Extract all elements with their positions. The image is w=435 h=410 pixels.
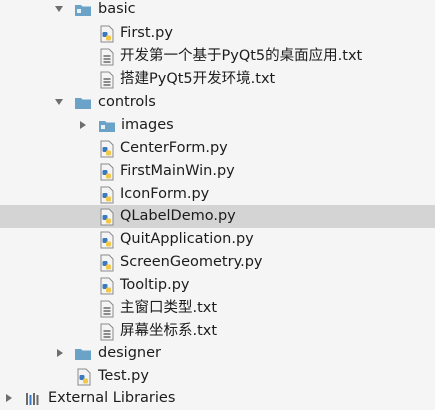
tree-row-first-py[interactable]: First.py: [0, 22, 435, 45]
tree-row-label: External Libraries: [48, 390, 176, 406]
chevron-down-icon[interactable]: [54, 4, 64, 14]
folder-icon: [75, 5, 91, 16]
tree-row-label: 开发第一个基于PyQt5的桌面应用.txt: [120, 48, 363, 64]
tree-row-label: First.py: [120, 25, 173, 41]
text-file-icon: [100, 71, 114, 89]
tree-row-label: ScreenGeometry.py: [120, 254, 263, 270]
tree-row-centerform-py[interactable]: CenterForm.py: [0, 137, 435, 160]
python-file-icon: [100, 163, 114, 181]
python-file-icon: [100, 208, 114, 226]
tree-row-qlabeldemo-py[interactable]: QLabelDemo.py: [0, 205, 435, 228]
chevron-down-icon[interactable]: [54, 97, 64, 107]
tree-row-label: Test.py: [98, 368, 149, 384]
tree-row-label: controls: [98, 94, 156, 110]
tree-row-test-py[interactable]: Test.py: [0, 365, 435, 388]
text-file-icon: [100, 323, 114, 341]
tree-row-label: basic: [98, 1, 136, 17]
folder-icon: [99, 121, 115, 132]
tree-row-label: QuitApplication.py: [120, 231, 254, 247]
tree-row-label: QLabelDemo.py: [120, 208, 236, 224]
folder-icon: [75, 349, 91, 360]
python-file-icon: [100, 140, 114, 158]
chevron-right-icon[interactable]: [55, 348, 65, 358]
python-file-icon: [100, 25, 114, 43]
text-file-icon: [100, 300, 114, 318]
tree-row-txt-1[interactable]: 开发第一个基于PyQt5的桌面应用.txt: [0, 45, 435, 68]
tree-row-controls[interactable]: controls: [0, 91, 435, 114]
tree-row-label: Tooltip.py: [120, 277, 190, 293]
tree-row-label: images: [121, 117, 174, 133]
tree-row-txt-2[interactable]: 搭建PyQt5开发环境.txt: [0, 68, 435, 91]
tree-row-label: 搭建PyQt5开发环境.txt: [120, 71, 276, 87]
python-file-icon: [77, 368, 91, 386]
chevron-right-icon[interactable]: [4, 393, 14, 403]
project-tree: basic First.py 开发第一个基于PyQt5的桌面应用.txt 搭建P…: [0, 0, 435, 410]
python-file-icon: [100, 186, 114, 204]
chevron-right-icon[interactable]: [78, 120, 88, 130]
tree-row-label: 屏幕坐标系.txt: [120, 323, 218, 339]
tree-row-screengeometry-py[interactable]: ScreenGeometry.py: [0, 251, 435, 274]
tree-row-txt-3[interactable]: 主窗口类型.txt: [0, 297, 435, 320]
tree-row-quitapplication-py[interactable]: QuitApplication.py: [0, 228, 435, 251]
tree-row-txt-4[interactable]: 屏幕坐标系.txt: [0, 320, 435, 343]
tree-row-label: 主窗口类型.txt: [120, 300, 218, 316]
tree-row-label: designer: [98, 345, 161, 361]
tree-row-iconform-py[interactable]: IconForm.py: [0, 183, 435, 206]
tree-row-basic[interactable]: basic: [0, 0, 435, 21]
library-icon: [26, 393, 39, 405]
tree-row-firstmainwin-py[interactable]: FirstMainWin.py: [0, 160, 435, 183]
tree-row-images[interactable]: images: [0, 114, 435, 137]
text-file-icon: [100, 48, 114, 66]
python-file-icon: [100, 231, 114, 249]
tree-row-external-libraries[interactable]: External Libraries: [0, 387, 435, 410]
tree-row-tooltip-py[interactable]: Tooltip.py: [0, 274, 435, 297]
tree-row-label: CenterForm.py: [120, 140, 228, 156]
tree-row-label: FirstMainWin.py: [120, 163, 235, 179]
tree-row-label: IconForm.py: [120, 186, 210, 202]
python-file-icon: [100, 254, 114, 272]
folder-icon: [75, 98, 91, 109]
tree-row-designer[interactable]: designer: [0, 342, 435, 365]
python-file-icon: [100, 277, 114, 295]
